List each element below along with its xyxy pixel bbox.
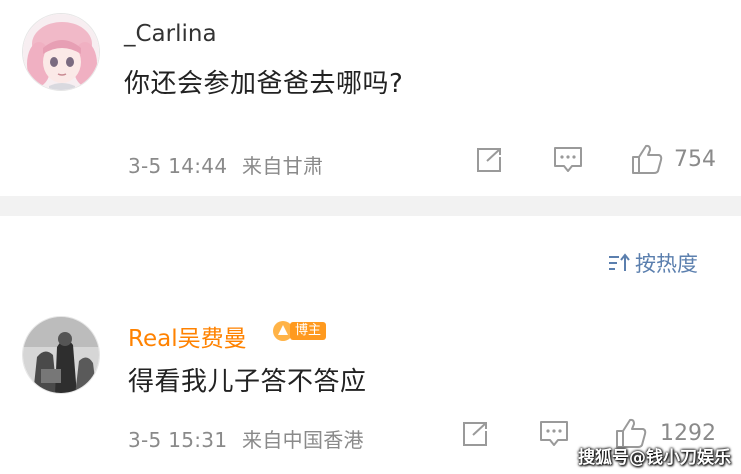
thumbs-up-icon[interactable] xyxy=(630,142,664,176)
avatar[interactable] xyxy=(22,13,100,91)
comment-meta: 3-5 15:31 来自中国香港 xyxy=(128,424,364,453)
comment-location: 来自中国香港 xyxy=(242,428,364,452)
comment-username[interactable]: _Carlina xyxy=(124,21,217,47)
avatar[interactable] xyxy=(22,316,100,394)
comment-meta: 3-5 14:44 来自甘肃 xyxy=(128,150,323,179)
share-icon[interactable] xyxy=(460,420,490,448)
share-icon[interactable] xyxy=(474,146,504,174)
comment-icon[interactable] xyxy=(552,145,584,175)
author-badge-label: 博主 xyxy=(290,322,327,340)
comment-timestamp: 3-5 14:44 xyxy=(128,154,228,178)
comment-icon[interactable] xyxy=(538,419,570,449)
watermark: 搜狐号@钱小刀娱乐 xyxy=(578,448,731,468)
like-count: 754 xyxy=(674,147,716,172)
sort-toggle[interactable]: 按热度 xyxy=(607,248,698,278)
comment-text: 得看我儿子答不答应 xyxy=(128,367,367,397)
section-divider xyxy=(0,196,741,216)
comment-timestamp: 3-5 15:31 xyxy=(128,428,228,452)
sort-icon xyxy=(609,253,630,271)
comment-text: 你还会参加爸爸去哪吗? xyxy=(124,69,404,99)
author-badge: 博主 xyxy=(272,319,327,343)
comment-location: 来自甘肃 xyxy=(242,154,324,178)
comment-username[interactable]: Real吴费曼 xyxy=(128,319,247,353)
sort-toggle-label: 按热度 xyxy=(635,252,698,276)
